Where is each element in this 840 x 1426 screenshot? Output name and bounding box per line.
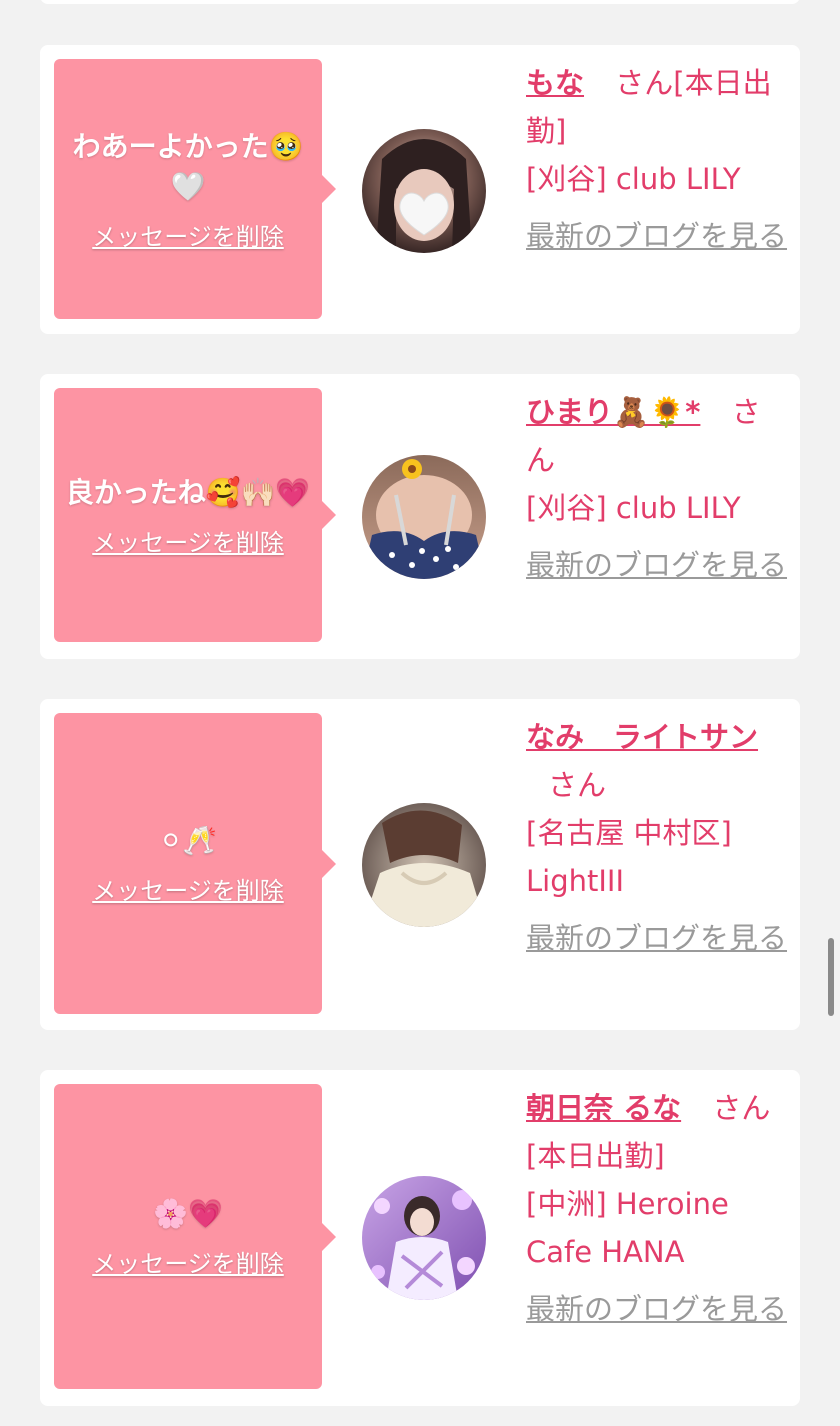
profile-name-link[interactable]: なみ ライトサン	[526, 720, 758, 754]
message-bubble: ⚪︎🥂 メッセージを削除	[54, 713, 336, 1014]
avatar[interactable]	[362, 129, 486, 253]
shop-name: [刈谷] club LILY	[526, 491, 741, 525]
honorific: さん	[615, 66, 674, 100]
message-card: ⚪︎🥂 メッセージを削除 なみ ライトサン さん [名古屋 中村区] Light…	[40, 699, 800, 1030]
latest-blog-link[interactable]: 最新のブログを見る	[526, 219, 787, 253]
latest-blog-link[interactable]: 最新のブログを見る	[526, 921, 787, 955]
message-text: わあーよかった🥹🤍	[72, 129, 304, 203]
work-status: [本日出勤]	[526, 1139, 665, 1173]
avatar[interactable]	[362, 1176, 486, 1300]
delete-message-link[interactable]: メッセージを削除	[92, 523, 284, 558]
profile-name-link[interactable]: 朝日奈 るな	[526, 1091, 681, 1125]
shop-name: [刈谷] club LILY	[526, 162, 741, 196]
profile-name-link[interactable]: もな	[526, 66, 584, 100]
profile-info: 朝日奈 るな さん [本日出勤] [中洲] Heroine Cafe HANA …	[526, 1084, 788, 1332]
message-bubble: 良かったね🥰🙌🏻💗 メッセージを削除	[54, 388, 336, 642]
scrollbar[interactable]	[828, 938, 834, 1016]
message-card: わあーよかった🥹🤍 メッセージを削除 もな さん[本日出勤] [刈谷] club…	[40, 45, 800, 334]
shop-name: [名古屋 中村区] LightIII	[526, 816, 732, 898]
profile-info: ひまり🧸🌻* さん [刈谷] club LILY 最新のブログを見る	[526, 388, 788, 588]
profile-info: もな さん[本日出勤] [刈谷] club LILY 最新のブログを見る	[526, 59, 788, 259]
shop-name: [中洲] Heroine Cafe HANA	[526, 1187, 729, 1269]
delete-message-link[interactable]: メッセージを削除	[92, 217, 284, 252]
latest-blog-link[interactable]: 最新のブログを見る	[526, 1292, 787, 1326]
message-text: 🌸💗	[153, 1197, 223, 1230]
message-bubble: 🌸💗 メッセージを削除	[54, 1084, 336, 1389]
message-bubble: わあーよかった🥹🤍 メッセージを削除	[54, 59, 336, 319]
message-text: 良かったね🥰🙌🏻💗	[65, 475, 311, 509]
latest-blog-link[interactable]: 最新のブログを見る	[526, 548, 787, 582]
previous-card-bottom	[40, 0, 800, 4]
honorific: さん	[548, 768, 607, 802]
profile-info: なみ ライトサン さん [名古屋 中村区] LightIII 最新のブログを見る	[526, 713, 788, 961]
delete-message-link[interactable]: メッセージを削除	[92, 1244, 284, 1279]
delete-message-link[interactable]: メッセージを削除	[92, 871, 284, 906]
message-card: 🌸💗 メッセージを削除 朝日奈 るな さん [本日出勤] [中洲] Heroin…	[40, 1070, 800, 1406]
profile-name-link[interactable]: ひまり🧸🌻*	[526, 395, 700, 429]
message-text: ⚪︎🥂	[158, 824, 218, 857]
message-card: 良かったね🥰🙌🏻💗 メッセージを削除 ひまり🧸🌻* さん [刈谷] club L…	[40, 374, 800, 659]
honorific: さん	[712, 1091, 771, 1125]
avatar[interactable]	[362, 803, 486, 927]
avatar[interactable]	[362, 455, 486, 579]
